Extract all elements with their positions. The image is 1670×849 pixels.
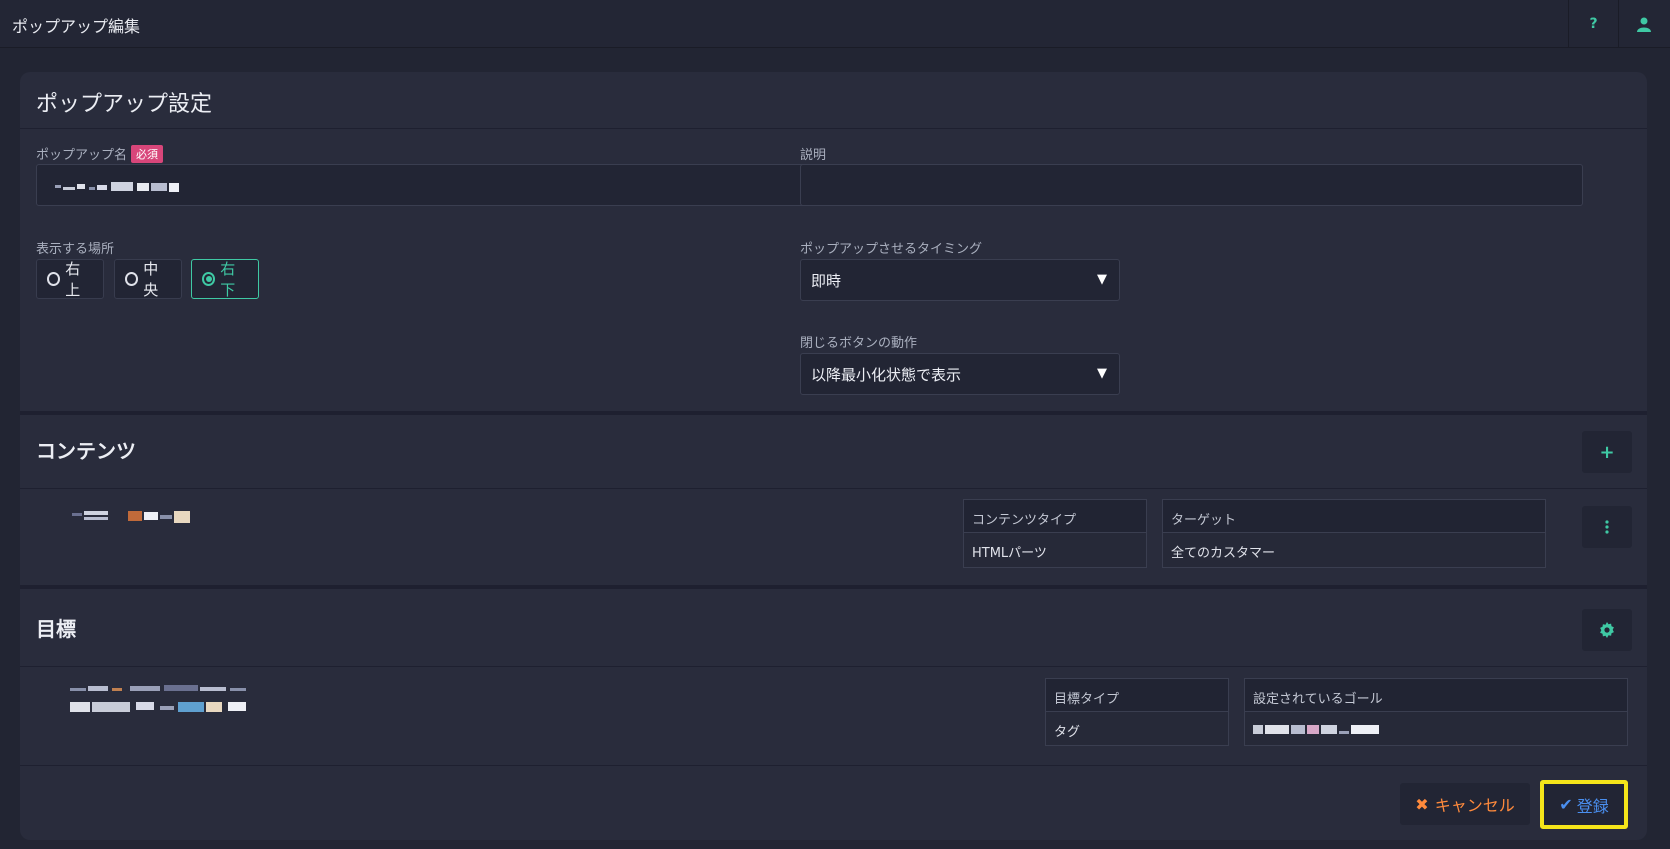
goal-type-cell: 目標タイプ タグ <box>1045 678 1229 746</box>
configured-goal-cell: 設定されているゴール <box>1244 678 1628 746</box>
position-label: 表示する場所 <box>36 242 115 257</box>
target-value: 全てのカスタマー <box>1171 546 1276 561</box>
submit-button[interactable]: ✔ 登録 <box>1540 780 1628 829</box>
question-icon: ? <box>1589 16 1598 32</box>
radio-label: 右下 <box>220 260 236 299</box>
cancel-label: キャンセル <box>1434 796 1515 815</box>
submit-label: 登録 <box>1576 796 1609 816</box>
goal-type-value: タグ <box>1054 725 1081 740</box>
popup-settings-card: ポップアップ設定 ポップアップ名 必須 説明 表示する場所 右上 中央 右下 ポッ… <box>20 72 1647 840</box>
content-type-cell: コンテンツタイプ HTMLパーツ <box>963 499 1147 568</box>
configured-goal-header: 設定されているゴール <box>1245 679 1627 712</box>
content-menu-button[interactable] <box>1582 506 1632 548</box>
timing-label: ポップアップさせるタイミング <box>800 242 983 257</box>
target-header: ターゲット <box>1163 500 1545 533</box>
section-divider <box>20 585 1647 589</box>
add-content-button[interactable]: + <box>1582 431 1632 473</box>
divider <box>20 128 1647 129</box>
page-title: ポップアップ編集 <box>12 17 141 36</box>
position-center-radio[interactable]: 中央 <box>114 259 182 299</box>
content-type-header: コンテンツタイプ <box>964 500 1146 533</box>
user-icon <box>1636 17 1651 32</box>
cancel-button[interactable]: ✖ キャンセル <box>1400 783 1530 825</box>
redacted-content-name <box>72 511 190 523</box>
caret-down-icon: ▼ <box>1097 272 1107 287</box>
gear-icon <box>1600 622 1614 638</box>
popup-name-label: ポップアップ名 必須 <box>36 144 164 163</box>
divider <box>20 765 1647 766</box>
popup-name-input[interactable] <box>36 164 819 206</box>
divider <box>20 666 1647 667</box>
timing-select[interactable]: 即時 ▼ <box>800 259 1120 301</box>
redacted-value <box>55 182 179 192</box>
top-bar: ポップアップ編集 ? <box>0 0 1670 48</box>
position-bottom-right-radio[interactable]: 右下 <box>191 259 259 299</box>
target-cell: ターゲット 全てのカスタマー <box>1162 499 1546 568</box>
position-top-right-radio[interactable]: 右上 <box>36 259 104 299</box>
description-input[interactable] <box>800 164 1583 206</box>
radio-label: 右上 <box>65 260 81 299</box>
divider <box>20 488 1647 489</box>
content-type-value: HTMLパーツ <box>972 546 1047 561</box>
radio-selected-icon <box>202 272 216 286</box>
close-behavior-value: 以降最小化状態で表示 <box>811 365 962 384</box>
description-label: 説明 <box>800 148 827 163</box>
goal-settings-button[interactable] <box>1582 609 1632 651</box>
plus-icon: + <box>1599 441 1615 463</box>
required-badge: 必須 <box>131 145 164 163</box>
check-icon: ✔ <box>1559 795 1573 814</box>
popup-name-label-text: ポップアップ名 <box>36 148 128 163</box>
help-button[interactable]: ? <box>1568 0 1618 48</box>
redacted-goal-name <box>70 685 246 712</box>
timing-value: 即時 <box>811 271 842 290</box>
goal-section-title: 目標 <box>36 617 76 641</box>
radio-label: 中央 <box>143 260 159 299</box>
caret-down-icon: ▼ <box>1097 366 1107 381</box>
settings-section-title: ポップアップ設定 <box>36 92 213 117</box>
radio-icon <box>47 272 61 286</box>
redacted-goal-value <box>1253 725 1379 734</box>
close-behavior-label: 閉じるボタンの動作 <box>800 336 918 351</box>
contents-section-title: コンテンツ <box>36 439 136 463</box>
close-behavior-select[interactable]: 以降最小化状態で表示 ▼ <box>800 353 1120 395</box>
radio-icon <box>125 272 139 286</box>
close-icon: ✖ <box>1415 794 1429 814</box>
goal-type-header: 目標タイプ <box>1046 679 1228 712</box>
user-button[interactable] <box>1618 0 1668 48</box>
vertical-dots-icon <box>1605 520 1609 534</box>
section-divider <box>20 411 1647 415</box>
